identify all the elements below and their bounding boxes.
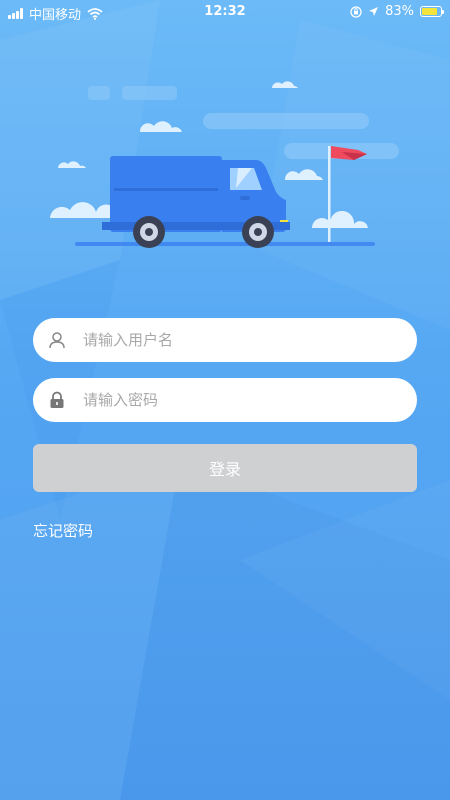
rotation-lock-icon bbox=[350, 5, 362, 18]
battery-icon bbox=[420, 6, 444, 17]
forgot-password-link[interactable]: 忘记密码 bbox=[33, 520, 93, 541]
password-field-container[interactable] bbox=[33, 377, 417, 423]
delivery-truck-illustration bbox=[50, 81, 399, 248]
user-icon bbox=[47, 330, 67, 350]
battery-level bbox=[422, 8, 437, 15]
login-button[interactable]: 登录 bbox=[33, 444, 417, 492]
status-right: 83% bbox=[350, 4, 444, 19]
location-arrow-icon bbox=[369, 7, 379, 16]
username-input[interactable] bbox=[81, 317, 417, 363]
truck-icon bbox=[102, 156, 290, 248]
password-input[interactable] bbox=[81, 377, 417, 423]
status-bar: 中国移动 12:32 83% bbox=[0, 0, 450, 24]
username-field-container[interactable] bbox=[33, 317, 417, 363]
lock-icon bbox=[47, 390, 67, 410]
battery-percent: 83% bbox=[385, 4, 414, 19]
